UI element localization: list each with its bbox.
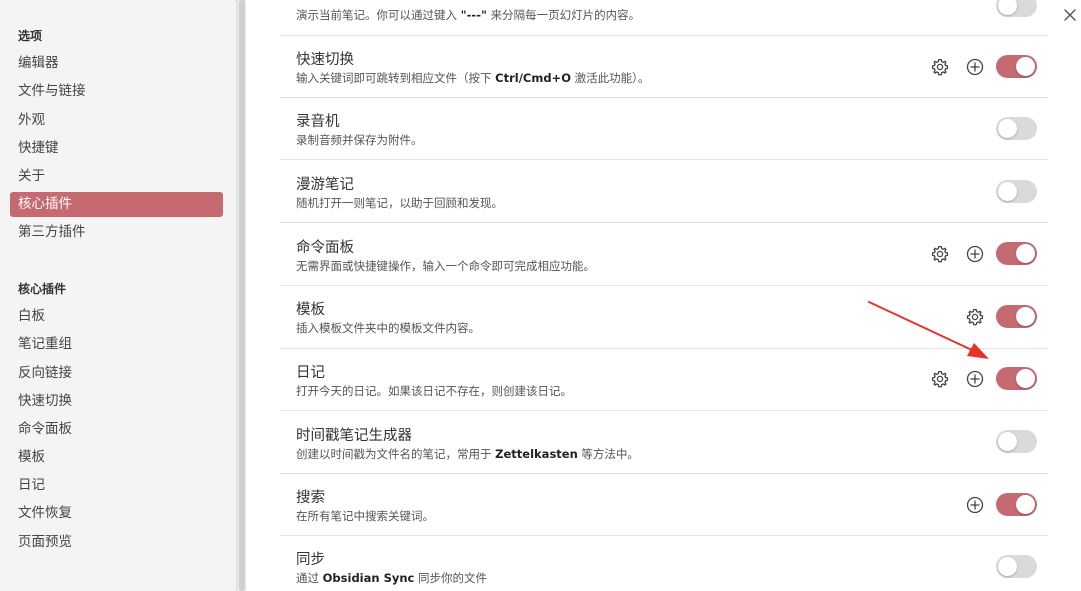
sidebar-item-core-plugins[interactable]: 核心插件: [10, 192, 223, 217]
plugin-toggle-daily-notes[interactable]: [996, 367, 1037, 390]
toggle-knob: [998, 557, 1017, 576]
plugin-desc-random-note: 随机打开一则笔记，以助于回顾和发现。: [296, 196, 503, 210]
plugin-toggle-audio-recorder[interactable]: [996, 117, 1037, 140]
sidebar-heading-options: 选项: [18, 29, 43, 43]
sidebar-item-about[interactable]: 关于: [10, 164, 223, 189]
plugin-name-random-note: 漫游笔记: [296, 177, 354, 193]
plugin-desc-search: 在所有笔记中搜索关键词。: [296, 509, 434, 523]
close-icon[interactable]: [1062, 7, 1078, 23]
plugin-name-audio-recorder: 录音机: [296, 114, 340, 130]
sidebar-heading-core-plugins: 核心插件: [18, 282, 67, 296]
plugin-row-command-palette: 命令面板 无需界面或快捷键操作，输入一个命令即可完成相应功能。: [280, 223, 1048, 286]
plugin-desc-daily-notes: 打开今天的日记。如果该日记不存在，则创建该日记。: [296, 384, 572, 398]
toggle-knob: [998, 182, 1017, 201]
plugin-desc-quick-switcher: 输入关键词即可跳转到相应文件（按下 Ctrl/Cmd+O 激活此功能）。: [296, 71, 650, 85]
core-plugins-list: 演示当前笔记。你可以通过键入 "---" 来分隔每一页幻灯片的内容。 快速切换 …: [247, 0, 1081, 591]
plugin-row-audio-recorder: 录音机 录制音频并保存为附件。: [280, 98, 1048, 160]
sidebar-item-command-palette[interactable]: 命令面板: [10, 417, 223, 442]
sidebar-item-daily-notes[interactable]: 日记: [10, 473, 223, 498]
sidebar-item-backlinks[interactable]: 反向链接: [10, 361, 223, 386]
gear-icon[interactable]: [930, 57, 950, 77]
sidebar-item-hotkeys[interactable]: 快捷键: [10, 136, 223, 161]
plugin-name-sync: 同步: [296, 552, 325, 568]
plus-circle-icon[interactable]: [965, 369, 985, 389]
plugin-name-daily-notes: 日记: [296, 365, 325, 381]
plugin-desc-templates: 插入模板文件夹中的模板文件内容。: [296, 321, 480, 335]
sidebar-scrollbar[interactable]: [236, 0, 246, 591]
plugin-name-zettelkasten: 时间戳笔记生成器: [296, 428, 412, 444]
plugin-desc-sync: 通过 Obsidian Sync 同步你的文件: [296, 571, 488, 585]
plugin-name-templates: 模板: [296, 302, 325, 318]
sidebar-item-templates[interactable]: 模板: [10, 445, 223, 470]
sidebar-item-editor[interactable]: 编辑器: [10, 51, 223, 76]
plugin-name-search: 搜索: [296, 490, 325, 506]
gear-icon[interactable]: [930, 244, 950, 264]
toggle-knob: [998, 0, 1017, 15]
gear-icon[interactable]: [965, 307, 985, 327]
sidebar-item-quick-switcher[interactable]: 快速切换: [10, 389, 223, 414]
plus-circle-icon[interactable]: [965, 495, 985, 515]
settings-sidebar: 选项 编辑器 文件与链接 外观 快捷键 关于 核心插件 第三方插件 核心插件 白…: [0, 0, 236, 591]
settings-window: 选项 编辑器 文件与链接 外观 快捷键 关于 核心插件 第三方插件 核心插件 白…: [0, 0, 1081, 591]
sidebar-item-page-preview[interactable]: 页面预览: [10, 530, 223, 555]
sidebar-item-appearance[interactable]: 外观: [10, 108, 223, 133]
toggle-knob: [998, 432, 1017, 451]
plugin-toggle-search[interactable]: [996, 493, 1037, 516]
plugin-toggle-random-note[interactable]: [996, 180, 1037, 203]
plugin-row-quick-switcher: 快速切换 输入关键词即可跳转到相应文件（按下 Ctrl/Cmd+O 激活此功能）…: [280, 36, 1048, 98]
plugin-desc-command-palette: 无需界面或快捷键操作，输入一个命令即可完成相应功能。: [296, 259, 595, 273]
plugin-toggle-zettelkasten[interactable]: [996, 430, 1037, 453]
toggle-knob: [1016, 307, 1035, 326]
plugin-desc-slides: 演示当前笔记。你可以通过键入 "---" 来分隔每一页幻灯片的内容。: [296, 8, 641, 22]
plugin-row-slides: 演示当前笔记。你可以通过键入 "---" 来分隔每一页幻灯片的内容。: [280, 0, 1048, 36]
plugin-desc-audio-recorder: 录制音频并保存为附件。: [296, 133, 423, 147]
plugin-row-templates: 模板 插入模板文件夹中的模板文件内容。: [280, 286, 1048, 349]
plugin-row-zettelkasten: 时间戳笔记生成器 创建以时间戳为文件名的笔记，常用于 Zettelkasten …: [280, 411, 1048, 474]
plugin-row-search: 搜索 在所有笔记中搜索关键词。: [280, 474, 1048, 536]
plugin-toggle-command-palette[interactable]: [996, 242, 1037, 265]
sidebar-scrollbar-thumb[interactable]: [239, 0, 245, 591]
toggle-knob: [1016, 244, 1035, 263]
sidebar-item-note-composer[interactable]: 笔记重组: [10, 332, 223, 357]
plugin-toggle-sync[interactable]: [996, 555, 1037, 578]
plugin-name-command-palette: 命令面板: [296, 240, 354, 256]
plugin-row-sync: 同步 通过 Obsidian Sync 同步你的文件: [280, 536, 1048, 591]
plugin-row-daily-notes: 日记 打开今天的日记。如果该日记不存在，则创建该日记。: [280, 349, 1048, 411]
sidebar-item-canvas[interactable]: 白板: [10, 304, 223, 329]
sidebar-item-files-links[interactable]: 文件与链接: [10, 79, 223, 104]
plugin-toggle-quick-switcher[interactable]: [996, 55, 1037, 78]
plus-circle-icon[interactable]: [965, 244, 985, 264]
sidebar-item-community-plugins[interactable]: 第三方插件: [10, 220, 223, 245]
plugin-row-random-note: 漫游笔记 随机打开一则笔记，以助于回顾和发现。: [280, 160, 1048, 223]
plugin-name-quick-switcher: 快速切换: [296, 52, 354, 68]
sidebar-item-file-recovery[interactable]: 文件恢复: [10, 501, 223, 526]
gear-icon[interactable]: [930, 369, 950, 389]
plugin-desc-zettelkasten: 创建以时间戳为文件名的笔记，常用于 Zettelkasten 等方法中。: [296, 447, 639, 461]
plus-circle-icon[interactable]: [965, 57, 985, 77]
toggle-knob: [1016, 495, 1035, 514]
plugin-toggle-templates[interactable]: [996, 305, 1037, 328]
toggle-knob: [1016, 57, 1035, 76]
toggle-knob: [998, 119, 1017, 138]
toggle-knob: [1016, 369, 1035, 388]
plugin-toggle-slides[interactable]: [996, 0, 1037, 17]
